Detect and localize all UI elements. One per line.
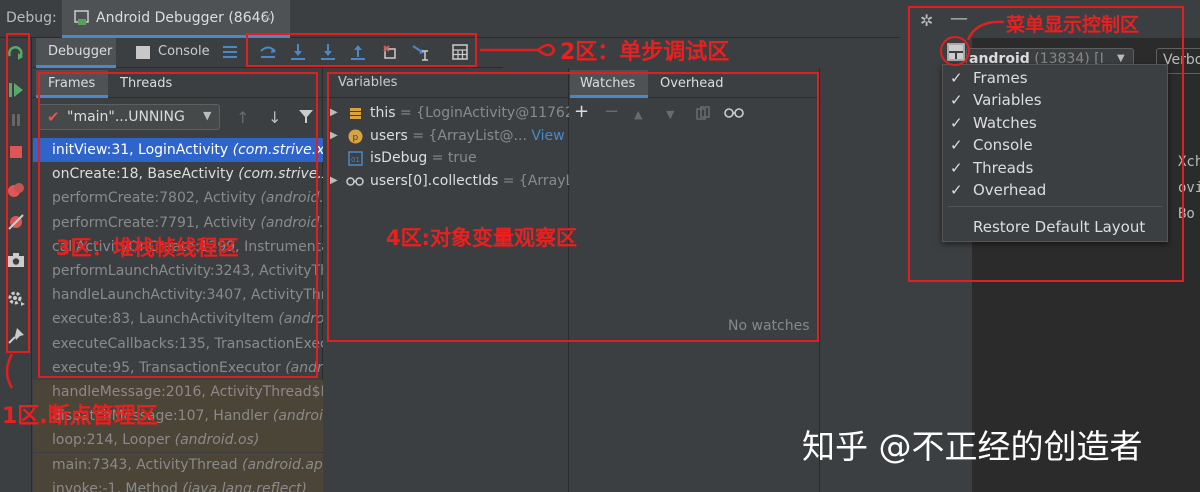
tab-console-label: Console xyxy=(158,44,210,59)
zone3-label: 3区：堆栈帧线程区 xyxy=(56,236,239,260)
zone3-outline xyxy=(38,72,318,378)
frame-package: (android.os) xyxy=(174,432,260,449)
console-icon xyxy=(136,46,150,59)
frame-package: (android.app) xyxy=(241,456,323,473)
menu-zone-pointer xyxy=(966,20,1005,41)
debug-label: Debug: xyxy=(6,10,57,26)
debugger-tab-title: Android Debugger (8646) xyxy=(96,10,275,26)
android-debugger-icon xyxy=(74,10,90,26)
hamburger-menu-icon[interactable] xyxy=(222,44,238,60)
menu-zone-label: 菜单显示控制区 xyxy=(1006,14,1140,36)
frame-method: loop:214, Looper xyxy=(52,432,175,449)
frame-package: (androi xyxy=(272,408,323,425)
zone2-pointer xyxy=(480,43,556,57)
zone4-outline xyxy=(327,72,819,342)
zone2-label: 2区：单步调试区 xyxy=(560,40,730,65)
tab-debugger[interactable]: Debugger xyxy=(36,38,116,68)
frame-row[interactable]: loop:214, Looper (android.os) xyxy=(33,428,323,453)
zhihu-watermark: 知乎 @不正经的创造者 xyxy=(802,427,1143,466)
frame-row[interactable]: invoke:-1, Method (java.lang.reflect) xyxy=(33,476,323,492)
frame-package: (java.lang.reflect) xyxy=(182,480,307,492)
zone1-outline xyxy=(6,33,30,353)
frame-row[interactable]: main:7343, ActivityThread (android.app) xyxy=(33,452,323,477)
zone1-pointer xyxy=(5,353,14,389)
tab-debugger-label: Debugger xyxy=(48,44,113,59)
zone1-label: 1区.断点管理区 xyxy=(2,404,158,429)
frame-method: invoke:-1, Method xyxy=(52,480,183,492)
zone2-outline xyxy=(246,33,477,67)
close-icon[interactable]: × xyxy=(262,10,273,25)
zone4-label: 4区:对象变量观察区 xyxy=(386,226,578,250)
tab-console[interactable]: Console xyxy=(130,38,220,68)
frame-method: main:7343, ActivityThread xyxy=(52,456,242,473)
